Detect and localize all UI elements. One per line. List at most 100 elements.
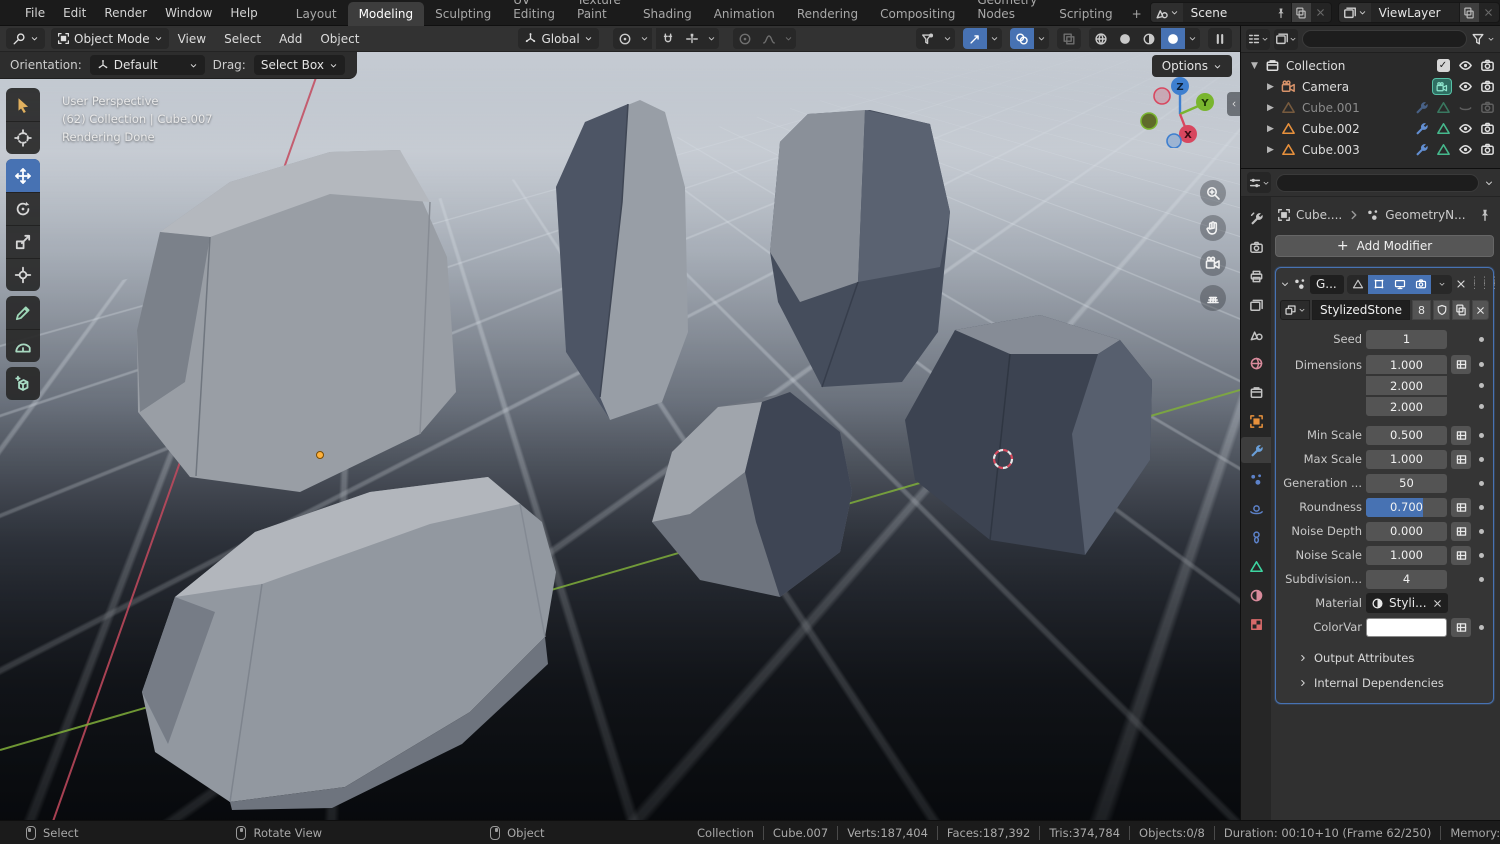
tab-texture-paint[interactable]: Texture Paint [566,0,632,26]
tab-output[interactable] [1241,263,1271,289]
collection-name[interactable]: Collection [1286,59,1430,73]
decorator-dot[interactable] [1479,457,1484,462]
scene-browse-button[interactable] [1151,3,1183,22]
stone-object-3[interactable] [770,110,950,387]
menu-select[interactable]: Select [215,28,270,50]
outliner-row-cube002[interactable]: ▶ Cube.002 [1241,118,1500,139]
menu-edit[interactable]: Edit [54,2,95,24]
roundness-slider[interactable]: 0.700 [1366,498,1447,517]
breadcrumb-node-group[interactable]: GeometryN... [1385,208,1465,222]
falloff-button[interactable] [757,28,781,49]
chevron-down-icon[interactable] [1484,178,1494,188]
viewlayer-remove-button[interactable] [1479,3,1499,22]
properties-search-input[interactable] [1276,174,1479,192]
scene-name[interactable]: Scene [1183,6,1271,20]
object-name[interactable]: Cube.003 [1302,143,1408,157]
scene-pin-button[interactable] [1271,3,1291,22]
stone-object-4[interactable] [142,477,556,810]
sidebar-toggle[interactable] [1227,92,1240,116]
tab-shading[interactable]: Shading [632,2,703,26]
render-toggle[interactable] [1478,58,1496,73]
disclosure-triangle-icon[interactable]: ▶ [1267,145,1277,155]
copy-node-group-button[interactable] [1452,300,1469,320]
outliner-filter-button[interactable] [1471,32,1495,46]
editor-type-button[interactable] [6,28,45,49]
menu-view[interactable]: View [169,28,215,50]
hide-toggle[interactable] [1456,79,1474,94]
decorator-dot[interactable] [1479,481,1484,486]
tab-object[interactable] [1241,408,1271,434]
pin-icon[interactable] [1478,208,1492,222]
generation-input[interactable]: 50 [1366,474,1447,493]
decorator-dot[interactable] [1479,505,1484,510]
menu-object[interactable]: Object [311,28,368,50]
stone-object-5[interactable] [652,392,852,597]
add-workspace-button[interactable]: + [1124,2,1150,26]
object-name[interactable]: Cube.002 [1302,122,1408,136]
render-toggle[interactable] [1478,121,1496,136]
material-selector[interactable]: Styli... [1366,593,1448,613]
snap-dropdown[interactable] [704,28,719,49]
disclosure-triangle-icon[interactable]: ▶ [1267,103,1277,113]
scene-copy-button[interactable] [1291,3,1311,22]
tab-render[interactable] [1241,234,1271,260]
shading-material-button[interactable] [1137,28,1161,49]
input-attribute-toggle[interactable] [1451,450,1471,469]
tab-tool[interactable] [1241,205,1271,231]
properties-editor-type-button[interactable] [1247,172,1271,193]
decorator-dot[interactable] [1479,404,1484,409]
menu-file[interactable]: File [16,2,54,24]
pan-button[interactable] [1200,215,1226,241]
input-attribute-toggle[interactable] [1451,426,1471,445]
tool-select-box[interactable] [6,88,40,121]
tab-layout[interactable]: Layout [285,2,348,26]
shading-rendered-button[interactable] [1161,28,1185,49]
pivot-point-button[interactable] [613,28,637,49]
tab-physics[interactable] [1241,495,1271,521]
viewlayer-name[interactable]: ViewLayer [1371,6,1459,20]
falloff-dropdown[interactable] [781,28,796,49]
disclosure-triangle-icon[interactable]: ▶ [1267,124,1277,134]
zoom-button[interactable] [1200,180,1226,206]
outliner-row-cube003[interactable]: ▶ Cube.003 [1241,139,1500,160]
node-group-browse-button[interactable] [1280,300,1310,320]
navigation-gizmo[interactable]: Z Y X [1140,74,1214,148]
tab-uv-editing[interactable]: UV Editing [502,0,566,26]
panel-collapse-icon[interactable] [1280,279,1290,289]
tab-world[interactable] [1241,350,1271,376]
decorator-dot[interactable] [1479,433,1484,438]
stone-object-2[interactable] [556,100,688,420]
show-gizmo-visibility-button[interactable] [916,28,940,49]
breadcrumb-object[interactable]: Cube.... [1296,208,1342,222]
tool-move[interactable] [6,159,40,192]
tool-transform[interactable] [6,258,40,291]
hide-toggle[interactable] [1456,58,1474,73]
section-internal-dependencies[interactable]: Internal Dependencies [1280,670,1489,695]
hide-toggle[interactable] [1456,100,1474,115]
tab-rendering[interactable]: Rendering [786,2,869,26]
hide-toggle[interactable] [1456,142,1474,157]
tab-sculpting[interactable]: Sculpting [424,2,502,26]
gizmo-minus-z-axis[interactable] [1167,134,1181,148]
perspective-toggle-button[interactable] [1200,285,1226,311]
render-toggle[interactable] [1478,142,1496,157]
collection-checkbox[interactable]: ✓ [1437,59,1450,72]
gizmos-dropdown[interactable] [987,28,1002,49]
decorator-dot[interactable] [1479,529,1484,534]
modifier-indicator[interactable] [1412,100,1430,115]
decorator-dot[interactable] [1479,553,1484,558]
overlays-dropdown[interactable] [1034,28,1049,49]
active-camera-badge[interactable] [1432,78,1452,95]
hide-toggle[interactable] [1456,121,1474,136]
decorator-dot[interactable] [1479,383,1484,388]
add-modifier-button[interactable]: + Add Modifier [1275,235,1494,257]
outliner-row-collection[interactable]: ▼ Collection ✓ [1241,55,1500,76]
fake-user-button[interactable] [1433,300,1450,320]
viewport-3d[interactable]: Orientation: Default Drag: Select Box Op… [0,52,1240,820]
shading-wireframe-button[interactable] [1089,28,1113,49]
camera-view-button[interactable] [1200,250,1226,276]
outliner-display-mode-button[interactable] [1274,29,1298,50]
render-toggle[interactable] [1478,100,1496,115]
xray-toggle[interactable] [1057,28,1081,49]
shading-solid-button[interactable] [1113,28,1137,49]
